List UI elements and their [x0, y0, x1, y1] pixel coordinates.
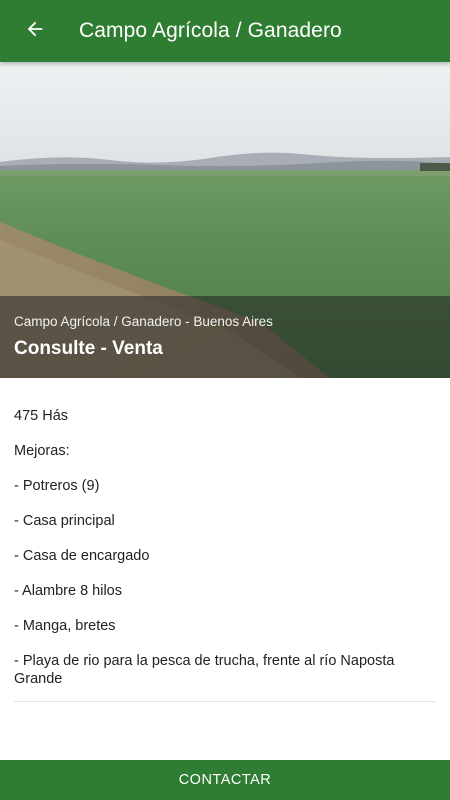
detail-item: - Playa de rio para la pesca de trucha, … [14, 653, 395, 687]
hero-title: Consulte - Venta [14, 338, 163, 359]
area-text: 475 Hás [14, 408, 69, 424]
hero-caption: Campo Agrícola / Ganadero - Buenos Aires… [0, 296, 450, 378]
arrow-left-icon [24, 18, 46, 45]
detail-item: - Casa de encargado [14, 548, 150, 564]
hero-subtitle: Campo Agrícola / Ganadero - Buenos Aires [14, 314, 273, 329]
detail-item: - Potreros (9) [14, 478, 100, 494]
improvements-heading: Mejoras: [14, 443, 70, 459]
app-bar: Campo Agrícola / Ganadero [0, 0, 450, 62]
detail-item: - Casa principal [14, 513, 115, 529]
page-title: Campo Agrícola / Ganadero [79, 19, 342, 42]
detail-item: - Alambre 8 hilos [14, 583, 122, 599]
hero-image: Campo Agrícola / Ganadero - Buenos Aires… [0, 62, 450, 378]
back-button[interactable] [0, 0, 70, 62]
detail-item: - Manga, bretes [14, 618, 116, 634]
listing-details: 475 Hás Mejoras: - Potreros (9) - Casa p… [14, 407, 436, 705]
divider [14, 701, 436, 702]
contact-button[interactable]: CONTACTAR [0, 760, 450, 800]
